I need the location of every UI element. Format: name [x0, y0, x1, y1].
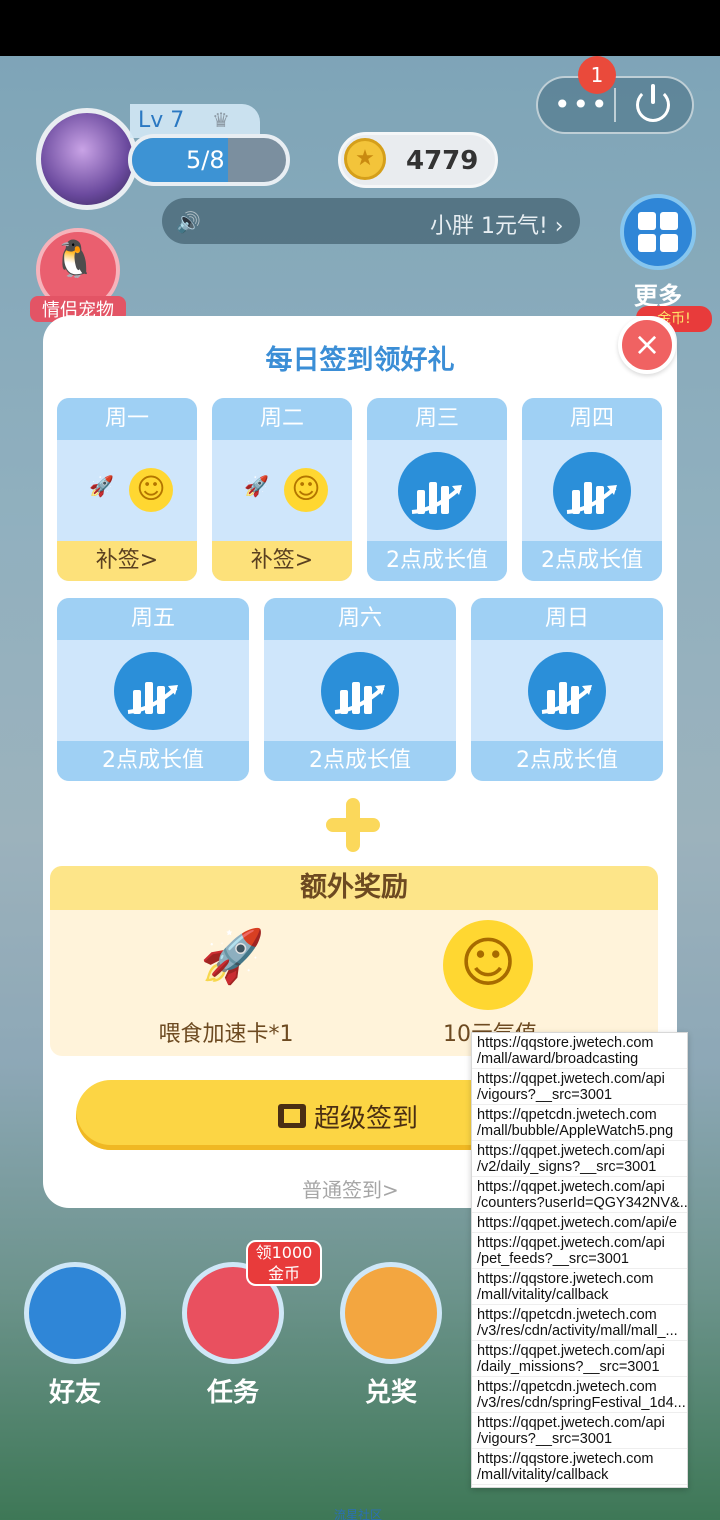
tasks-label: 任务 — [206, 1378, 259, 1408]
request-url-item[interactable]: https://qqpet.jwetech.com/api/v2/daily_s… — [472, 1141, 687, 1177]
crown-icon: ♛ — [212, 108, 230, 132]
request-url-item[interactable]: https://qqpet.jwetech.com/api/vigours?__… — [472, 1413, 687, 1449]
super-signin-label: 超级签到 — [314, 1104, 419, 1134]
growth-chart-icon — [528, 652, 606, 730]
broadcast-text: 小胖 1元气! › — [430, 214, 564, 239]
day-label: 周日 — [471, 598, 663, 640]
day-card-r1-3: 周四 2点成长值 — [522, 398, 662, 581]
grid-icon — [638, 212, 678, 252]
day-label: 周六 — [264, 598, 456, 640]
speaker-icon: 🔊 — [176, 210, 201, 234]
redeem-button[interactable] — [340, 1262, 442, 1364]
makeup-signin-label[interactable]: 补签> — [212, 541, 352, 581]
level-text: Lv 7 — [138, 108, 185, 133]
notification-badge: 1 — [578, 56, 616, 94]
avatar[interactable] — [36, 108, 138, 210]
growth-reward-label: 2点成长值 — [522, 541, 662, 581]
task-reward-tag: 领1000 金币 — [246, 1240, 322, 1286]
reward-feed-card: 喂食加速卡*1 — [158, 1022, 294, 1047]
status-bar — [0, 0, 720, 56]
request-url-list[interactable]: https://qqstore.jwetech.com/mall/award/b… — [471, 1032, 688, 1488]
day-label: 周一 — [57, 398, 197, 440]
friends-label: 好友 — [48, 1378, 101, 1408]
day-label: 周三 — [367, 398, 507, 440]
request-url-item[interactable]: https://qpetcdn.jwetech.com/v3/res/cdn/s… — [472, 1377, 687, 1413]
smile-icon: ☺ — [443, 920, 533, 1010]
modal-title: 每日签到领好礼 — [265, 345, 455, 376]
day-label: 周五 — [57, 598, 249, 640]
request-url-item[interactable]: https://qqpet.jwetech.com/api/counters?u… — [472, 1177, 687, 1213]
day-card-r2-1: 周六 2点成长值 — [264, 598, 456, 781]
plus-icon-vertical — [346, 798, 360, 852]
coin-amount: 4779 — [406, 146, 479, 176]
growth-reward-label: 2点成长值 — [367, 541, 507, 581]
capsule-divider — [614, 88, 616, 122]
request-url-item[interactable]: https://qpetcdn.jwetech.com/mall/bubble/… — [472, 1105, 687, 1141]
friends-button[interactable] — [24, 1262, 126, 1364]
request-url-item[interactable]: https://qpetcdn.jwetech.com/v3/res/cdn/a… — [472, 1305, 687, 1341]
video-icon — [278, 1104, 306, 1128]
xp-text: 5/8 — [186, 146, 225, 174]
day-label: 周四 — [522, 398, 662, 440]
growth-chart-icon — [398, 452, 476, 530]
growth-chart-icon — [553, 452, 631, 530]
request-url-item[interactable]: https://qqpet.jwetech.com/api/vigours?__… — [472, 1069, 687, 1105]
penguin-icon: 🐧 — [52, 239, 97, 280]
day-card-r1-2: 周三 2点成长值 — [367, 398, 507, 581]
request-url-item[interactable]: https://qqpet.jwetech.com/api/e — [472, 1213, 687, 1233]
smile-icon: ☺ — [129, 468, 173, 512]
footer-text: 流星社区 — [334, 1508, 383, 1520]
rocket-icon: 🚀 — [200, 927, 265, 987]
growth-reward-label: 2点成长值 — [264, 741, 456, 781]
normal-signin-link[interactable]: 普通签到> — [302, 1174, 399, 1203]
broadcast-message: 小胖 1元气! — [430, 214, 548, 239]
rocket-icon: 🚀 — [89, 474, 114, 498]
makeup-signin-label[interactable]: 补签> — [57, 541, 197, 581]
day-label: 周二 — [212, 398, 352, 440]
request-url-item[interactable]: https://qqstore.jwetech.com/mall/award/b… — [472, 1033, 687, 1069]
power-icon-line — [651, 84, 655, 104]
growth-reward-label: 2点成长值 — [471, 741, 663, 781]
extra-reward-title: 额外奖励 — [50, 866, 658, 910]
growth-reward-label: 2点成长值 — [57, 741, 249, 781]
day-card-r1-0[interactable]: 周一 🚀 ☺ 补签> — [57, 398, 197, 581]
growth-chart-icon — [321, 652, 399, 730]
request-url-item[interactable]: https://qqstore.jwetech.com/mall/vitalit… — [472, 1449, 687, 1485]
request-url-item[interactable]: https://qqstore.jwetech.com/mall/vitalit… — [472, 1269, 687, 1305]
rocket-icon: 🚀 — [244, 474, 269, 498]
growth-chart-icon — [114, 652, 192, 730]
day-card-r1-1[interactable]: 周二 🚀 ☺ 补签> — [212, 398, 352, 581]
request-url-item[interactable]: https://qqpet.jwetech.com/api/daily_miss… — [472, 1341, 687, 1377]
coin-icon: ★ — [344, 138, 386, 180]
day-card-r2-0: 周五 2点成长值 — [57, 598, 249, 781]
request-url-item[interactable]: https://qqpet.jwetech.com/api/pet_feeds?… — [472, 1233, 687, 1269]
day-card-r2-2: 周日 2点成长值 — [471, 598, 663, 781]
smile-icon: ☺ — [284, 468, 328, 512]
redeem-label: 兑奖 — [364, 1378, 417, 1408]
